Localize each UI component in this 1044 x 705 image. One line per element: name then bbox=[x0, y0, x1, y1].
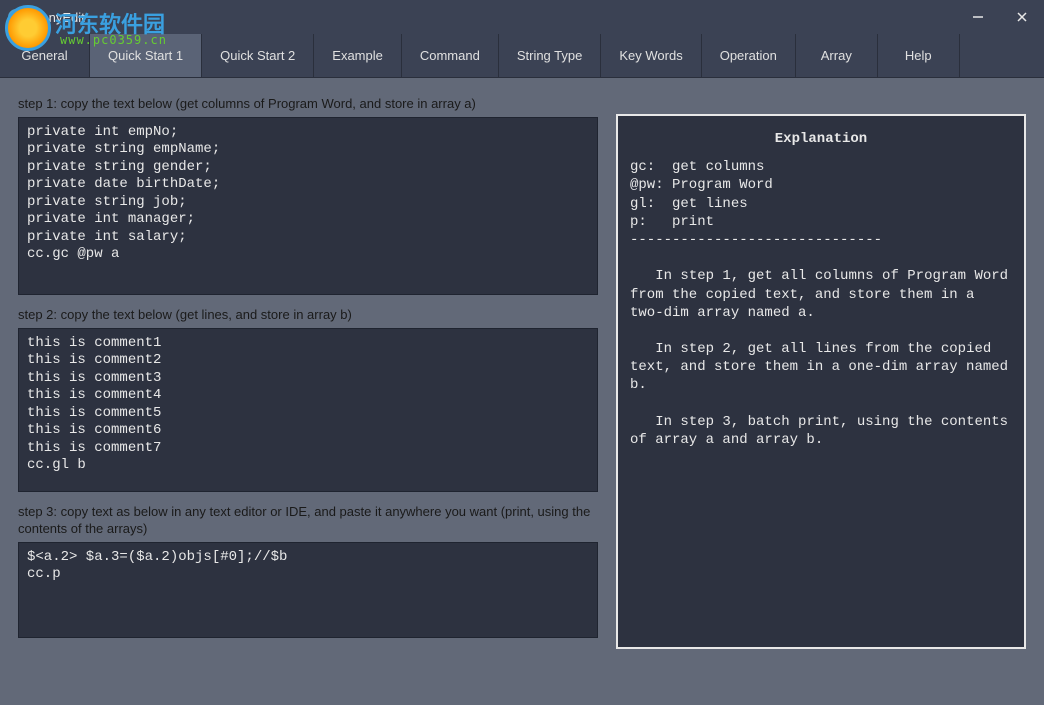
step-1-label: step 1: copy the text below (get columns… bbox=[18, 96, 598, 117]
window-controls bbox=[956, 0, 1044, 34]
step-2-block: step 2: copy the text below (get lines, … bbox=[18, 307, 598, 492]
tab-array[interactable]: Array bbox=[796, 34, 878, 77]
explanation-title: Explanation bbox=[630, 130, 1012, 148]
minimize-button[interactable] bbox=[956, 0, 1000, 34]
step-2-code[interactable]: this is comment1 this is comment2 this i… bbox=[18, 328, 598, 492]
tab-quick-start-2[interactable]: Quick Start 2 bbox=[202, 34, 314, 77]
tab-operation[interactable]: Operation bbox=[702, 34, 796, 77]
right-column: Explanation gc: get columns @pw: Program … bbox=[616, 96, 1026, 687]
step-1-code[interactable]: private int empNo; private string empNam… bbox=[18, 117, 598, 295]
tab-key-words[interactable]: Key Words bbox=[601, 34, 701, 77]
step-3-label: step 3: copy text as below in any text e… bbox=[18, 504, 598, 542]
app-icon bbox=[8, 9, 24, 25]
left-column: step 1: copy the text below (get columns… bbox=[18, 96, 598, 687]
close-button[interactable] bbox=[1000, 0, 1044, 34]
tab-help[interactable]: Help bbox=[878, 34, 960, 77]
explanation-panel: Explanation gc: get columns @pw: Program … bbox=[616, 114, 1026, 649]
step-3-code[interactable]: $<a.2> $a.3=($a.2)objs[#0];//$b cc.p bbox=[18, 542, 598, 638]
app-title: ConyEdit bbox=[32, 10, 85, 25]
step-2-label: step 2: copy the text below (get lines, … bbox=[18, 307, 598, 328]
titlebar: ConyEdit bbox=[0, 0, 1044, 34]
content-area: step 1: copy the text below (get columns… bbox=[0, 78, 1044, 705]
tab-bar: General Quick Start 1 Quick Start 2 Exam… bbox=[0, 34, 1044, 78]
tab-string-type[interactable]: String Type bbox=[499, 34, 602, 77]
explanation-body: gc: get columns @pw: Program Word gl: ge… bbox=[630, 159, 1016, 448]
tab-command[interactable]: Command bbox=[402, 34, 499, 77]
step-1-block: step 1: copy the text below (get columns… bbox=[18, 96, 598, 295]
tab-example[interactable]: Example bbox=[314, 34, 402, 77]
step-3-block: step 3: copy text as below in any text e… bbox=[18, 504, 598, 638]
tab-quick-start-1[interactable]: Quick Start 1 bbox=[90, 34, 202, 77]
tab-general[interactable]: General bbox=[0, 34, 90, 77]
